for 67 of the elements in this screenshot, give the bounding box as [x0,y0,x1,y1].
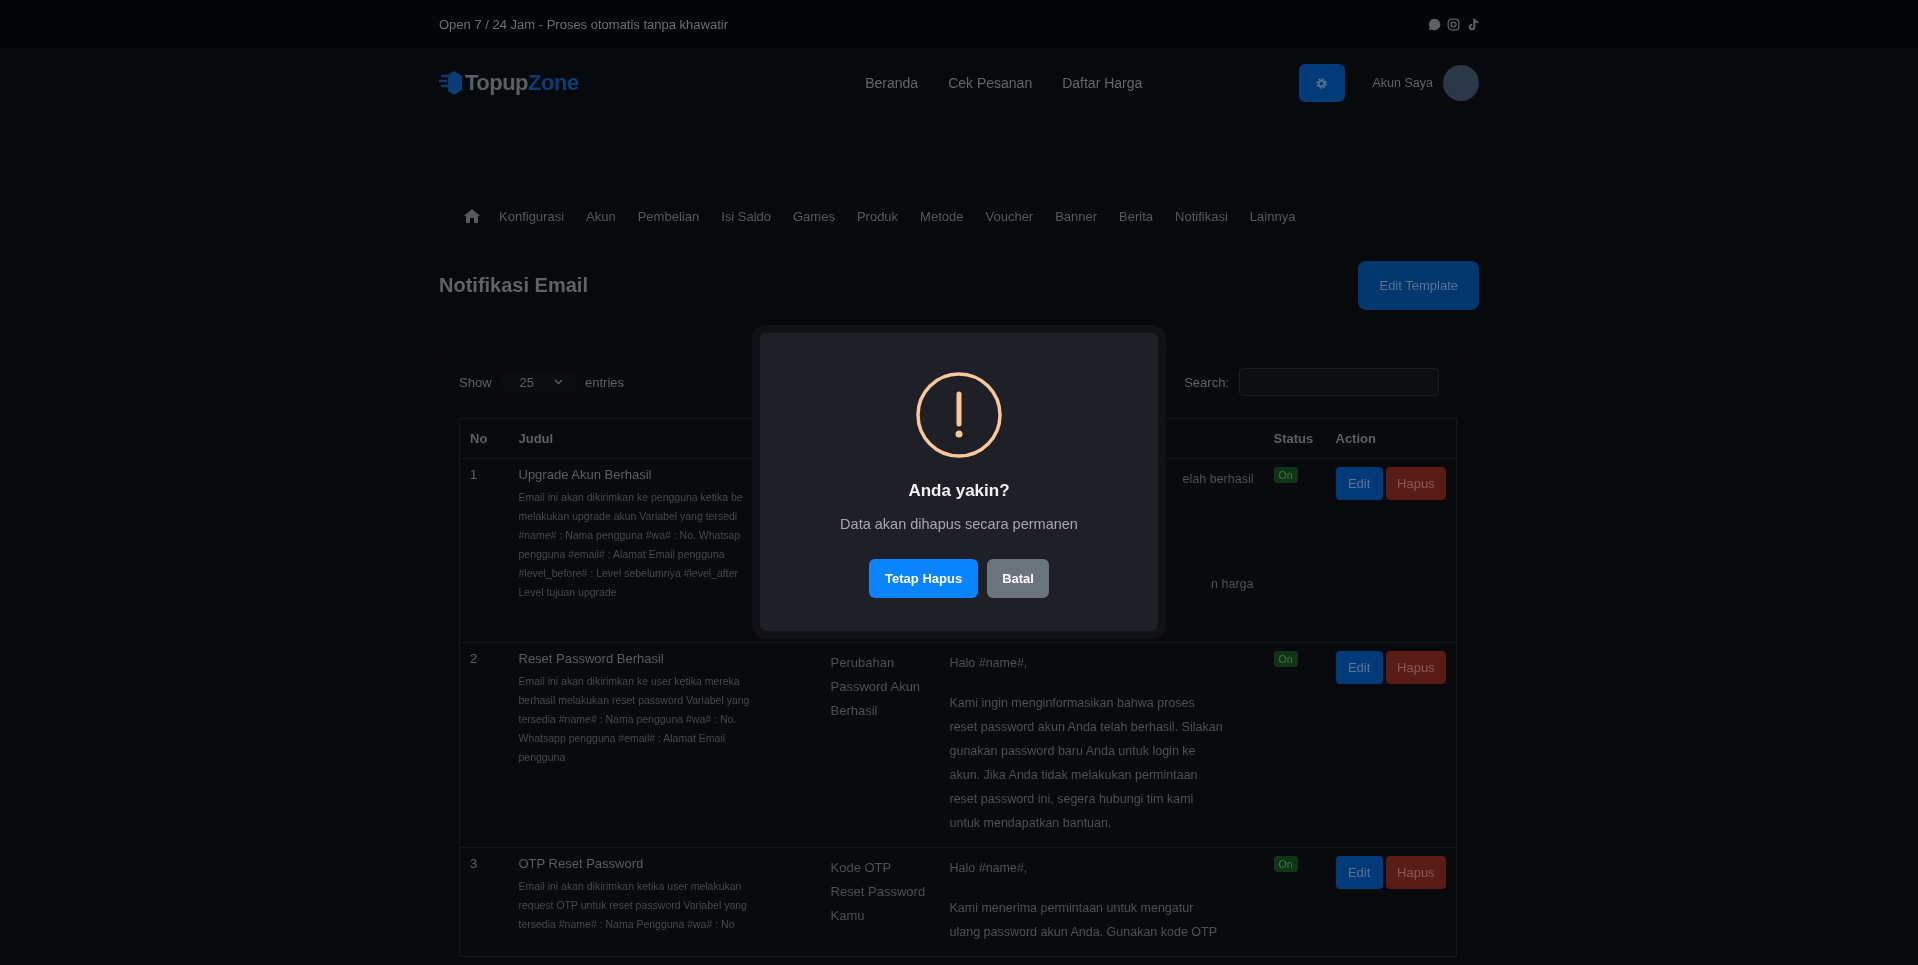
delete-button[interactable]: Hapus [1385,856,1446,889]
edit-button[interactable]: Edit [1335,856,1383,889]
menu-link[interactable]: Notifikasi [1164,208,1239,224]
column-header: No [470,431,488,446]
edit-button[interactable]: Edit [1335,651,1383,684]
status-badge: On [1273,467,1298,483]
menu-link[interactable]: Akun [575,208,627,224]
email-body-text: Kami ingin menginformasikan bahwa proses reset password akun Anda telah berhasil. Silakan gunakan password baru Anda untuk login ke akun. Jika Anda tidak melakukan permintaan reset password ini, segera hubungi tim kami untuk mendapatkan bantuan. [949,695,1224,832]
cancel-button[interactable]: Batal [987,559,1049,598]
logo-text[interactable]: TopupZone [465,70,579,96]
email-subject: Kode OTP Reset Password Kamu [830,859,927,925]
chevron-icon [554,379,563,385]
logo-icon [439,68,463,98]
chat-bubble-icon[interactable] [1428,17,1441,31]
template-title: Upgrade Akun Berhasil [518,467,653,482]
nav-link[interactable]: Cek Pesanan [948,75,1033,91]
account-link[interactable]: Akun Saya [1372,76,1433,90]
gear-icon [1315,76,1329,90]
menu-link[interactable]: Lainnya [1238,208,1307,224]
template-title: OTP Reset Password [518,856,645,871]
avatar[interactable] [1443,65,1479,101]
template-description: Email ini akan dikirimkan ke user ketika mereka berhasil melakukan reset password Variabel yang tersedia #name# : Nama pengguna #wa# : No. Whatsapp pengguna #email# : Alamat Email pengguna [518,674,751,765]
tagline: Open 7 / 24 Jam - Proses otomatis tanpa khawatir [439,16,729,32]
delete-button[interactable]: Hapus [1385,651,1446,684]
template-description: Email ini akan dikirimkan ke pengguna ketika be melakukan upgrade akun Variabel yang tersedi #name# : Nama pengguna #wa# : No. Whatsap pengguna #email# : Alamat Email pengguna #level_before# : Level sebelumnya #level_after Level tujuan upgrade [518,490,744,600]
menu-link[interactable]: Games [782,208,846,224]
entries-label: entries [585,374,625,390]
page-title: Notifikasi Email [439,274,588,297]
menu-link[interactable]: Metode [909,208,975,224]
camera-icon[interactable] [1447,17,1460,31]
edit-button[interactable]: Edit [1335,467,1383,500]
dialog-title: Anda yakin? [908,481,1010,501]
edit-template-button[interactable]: Edit Template [1358,261,1479,310]
dialog-message: Data akan dihapus secara permanen [840,516,1078,532]
confirm-button[interactable]: Tetap Hapus [869,559,979,598]
status-badge: On [1273,856,1298,872]
home-icon[interactable] [464,209,480,223]
column-header: Judul [518,431,554,446]
email-body-text: Halo #name#, [949,655,1029,672]
status-badge: On [1273,651,1298,667]
email-body-text: elah berhasil [1182,471,1254,488]
delete-button[interactable]: Hapus [1385,467,1446,500]
search-label: Search: [1184,374,1229,390]
column-header: Status [1273,431,1314,446]
menu-link[interactable]: Banner [1044,208,1109,224]
nav-link[interactable]: Beranda [865,75,919,91]
email-body-text: Kami menerima permintaan untuk mengatur ulang password akun Anda. Gunakan kode OTP [949,900,1219,941]
menu-link[interactable]: Berita [1108,208,1165,224]
menu-link[interactable]: Pembelian [626,208,711,224]
menu-link[interactable]: Isi Saldo [710,208,782,224]
show-label: Show [459,374,492,390]
nav-link[interactable]: Daftar Harga [1062,75,1143,91]
column-header: Action [1335,431,1376,446]
menu-link[interactable]: Konfigurasi [488,208,576,224]
row-number: 3 [470,856,478,871]
music-note-icon[interactable] [1466,17,1479,31]
settings-button[interactable] [1298,64,1345,102]
menu-link[interactable]: Produk [845,208,910,224]
warning-icon [915,371,1003,459]
menu-link[interactable]: Voucher [974,208,1045,224]
email-body-text: Halo #name#, [949,860,1029,877]
template-title: Reset Password Berhasil [518,651,665,666]
row-number: 2 [470,651,478,666]
template-description: Email ini akan dikirimkan ketika user melakukan request OTP untuk reset password Variabel yang tersedia #name# : Nama Pengguna #wa# : No [518,879,748,932]
email-body-text: n harga [1211,576,1254,593]
row-number: 1 [470,467,478,482]
email-subject: Perubahan Password Akun Berhasil [830,654,922,720]
